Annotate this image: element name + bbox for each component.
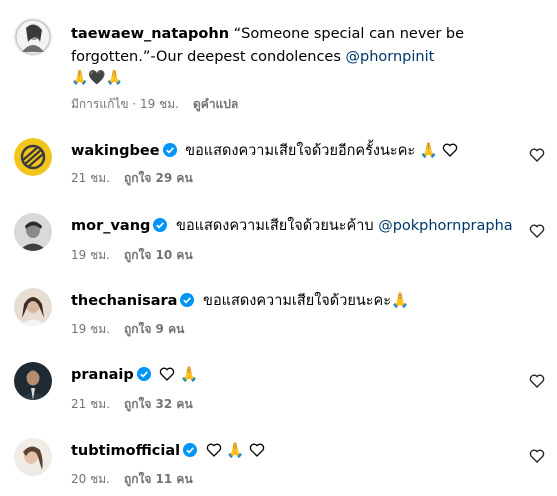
likes-count[interactable]: ถูกใจ 11 คน xyxy=(124,472,193,486)
comment-body: 🙏 xyxy=(226,443,245,459)
caption-block: taewaew_natapohn “Someone special can ne… xyxy=(0,0,557,120)
comment-time: 21 ชม. xyxy=(71,171,110,185)
comment-text: wakingbee ขอแสดงความเสียใจด้วยอีกครั้งนะ… xyxy=(71,141,517,162)
comment-body: 🙏 xyxy=(180,367,199,383)
comment-row: pranaip 🙏 21 ชม. ถูกใจ 32 คน xyxy=(0,340,557,411)
username[interactable]: taewaew_natapohn xyxy=(71,26,229,42)
comment-body: ขอแสดงความเสียใจด้วยอีกครั้งนะคะ 🙏 xyxy=(185,143,438,159)
caption-line2-row: forgotten.”-Our deepest condolences @pho… xyxy=(71,47,517,68)
heart-emoji-icon xyxy=(249,442,265,458)
like-heart-icon[interactable] xyxy=(529,147,545,163)
username[interactable]: tubtimofficial xyxy=(71,443,180,459)
verified-badge-icon xyxy=(162,143,177,157)
caption-emoji-row: 🙏🖤🙏 xyxy=(71,68,517,89)
avatar[interactable] xyxy=(14,288,52,326)
caption-text: taewaew_natapohn “Someone special can ne… xyxy=(71,24,517,45)
verified-badge-icon xyxy=(180,293,195,307)
caption-emojis: 🙏🖤🙏 xyxy=(71,70,124,86)
comment-text: mor_vang ขอแสดงความเสียใจด้วยนะค้าบ @pok… xyxy=(71,216,517,237)
likes-count[interactable]: ถูกใจ 32 คน xyxy=(124,397,193,411)
likes-count[interactable]: ถูกใจ 10 คน xyxy=(124,248,193,262)
comment-row: thechanisara ขอแสดงความเสียใจด้วยนะคะ🙏 1… xyxy=(0,270,557,340)
comment-time: 19 ชม. xyxy=(71,322,110,336)
heart-emoji-icon xyxy=(159,366,175,382)
like-heart-icon[interactable] xyxy=(529,223,545,239)
likes-count[interactable]: ถูกใจ 29 คน xyxy=(124,171,193,185)
avatar[interactable] xyxy=(14,138,52,176)
caption-line2: forgotten.”-Our deepest condolences xyxy=(71,49,346,65)
comment-meta: 19 ชม. ถูกใจ 9 คน xyxy=(71,321,184,337)
comment-text: thechanisara ขอแสดงความเสียใจด้วยนะคะ🙏 xyxy=(71,291,517,312)
see-translation-link[interactable]: ดูคำแปล xyxy=(193,97,238,111)
comment-row: mor_vang ขอแสดงความเสียใจด้วยนะค้าบ @pok… xyxy=(0,200,557,270)
like-heart-icon[interactable] xyxy=(529,373,545,389)
avatar[interactable] xyxy=(14,213,52,251)
comment-body: ขอแสดงความเสียใจด้วยนะคะ🙏 xyxy=(203,293,410,309)
caption-meta: มีการแก้ไข · 19 ชม. ดูคำแปล xyxy=(71,96,238,112)
username[interactable]: pranaip xyxy=(71,367,134,383)
comment-meta: 21 ชม. ถูกใจ 29 คน xyxy=(71,170,193,186)
username[interactable]: mor_vang xyxy=(71,218,150,234)
mention-link[interactable]: @phornpinit xyxy=(346,49,435,65)
comment-time: 21 ชม. xyxy=(71,397,110,411)
comment-time: 20 ชม. xyxy=(71,472,110,486)
comment-row: tubtimofficial 🙏 20 ชม. ถูกใจ 11 คน xyxy=(0,410,557,496)
caption-line1: “Someone special can never be xyxy=(233,26,465,42)
username[interactable]: thechanisara xyxy=(71,293,177,309)
verified-badge-icon xyxy=(183,443,198,457)
heart-emoji-icon xyxy=(442,142,458,158)
mention-link[interactable]: @pokphornprapha xyxy=(378,218,512,234)
comment-time: 19 ชม. xyxy=(71,248,110,262)
comment-meta: 19 ชม. ถูกใจ 10 คน xyxy=(71,247,193,263)
heart-emoji-icon xyxy=(206,442,222,458)
avatar[interactable] xyxy=(14,18,52,56)
comment-row: wakingbee ขอแสดงความเสียใจด้วยอีกครั้งนะ… xyxy=(0,130,557,200)
avatar[interactable] xyxy=(14,362,52,400)
like-heart-icon[interactable] xyxy=(529,448,545,464)
edited-time: มีการแก้ไข · 19 ชม. xyxy=(71,97,179,111)
comment-meta: 20 ชม. ถูกใจ 11 คน xyxy=(71,471,193,487)
avatar[interactable] xyxy=(14,438,52,476)
comment-text: pranaip 🙏 xyxy=(71,365,517,386)
comment-body: ขอแสดงความเสียใจด้วยนะค้าบ xyxy=(176,218,379,234)
verified-badge-icon xyxy=(153,218,168,232)
likes-count[interactable]: ถูกใจ 9 คน xyxy=(124,322,184,336)
username[interactable]: wakingbee xyxy=(71,143,160,159)
verified-badge-icon xyxy=(136,367,151,381)
comment-text: tubtimofficial 🙏 xyxy=(71,441,517,462)
